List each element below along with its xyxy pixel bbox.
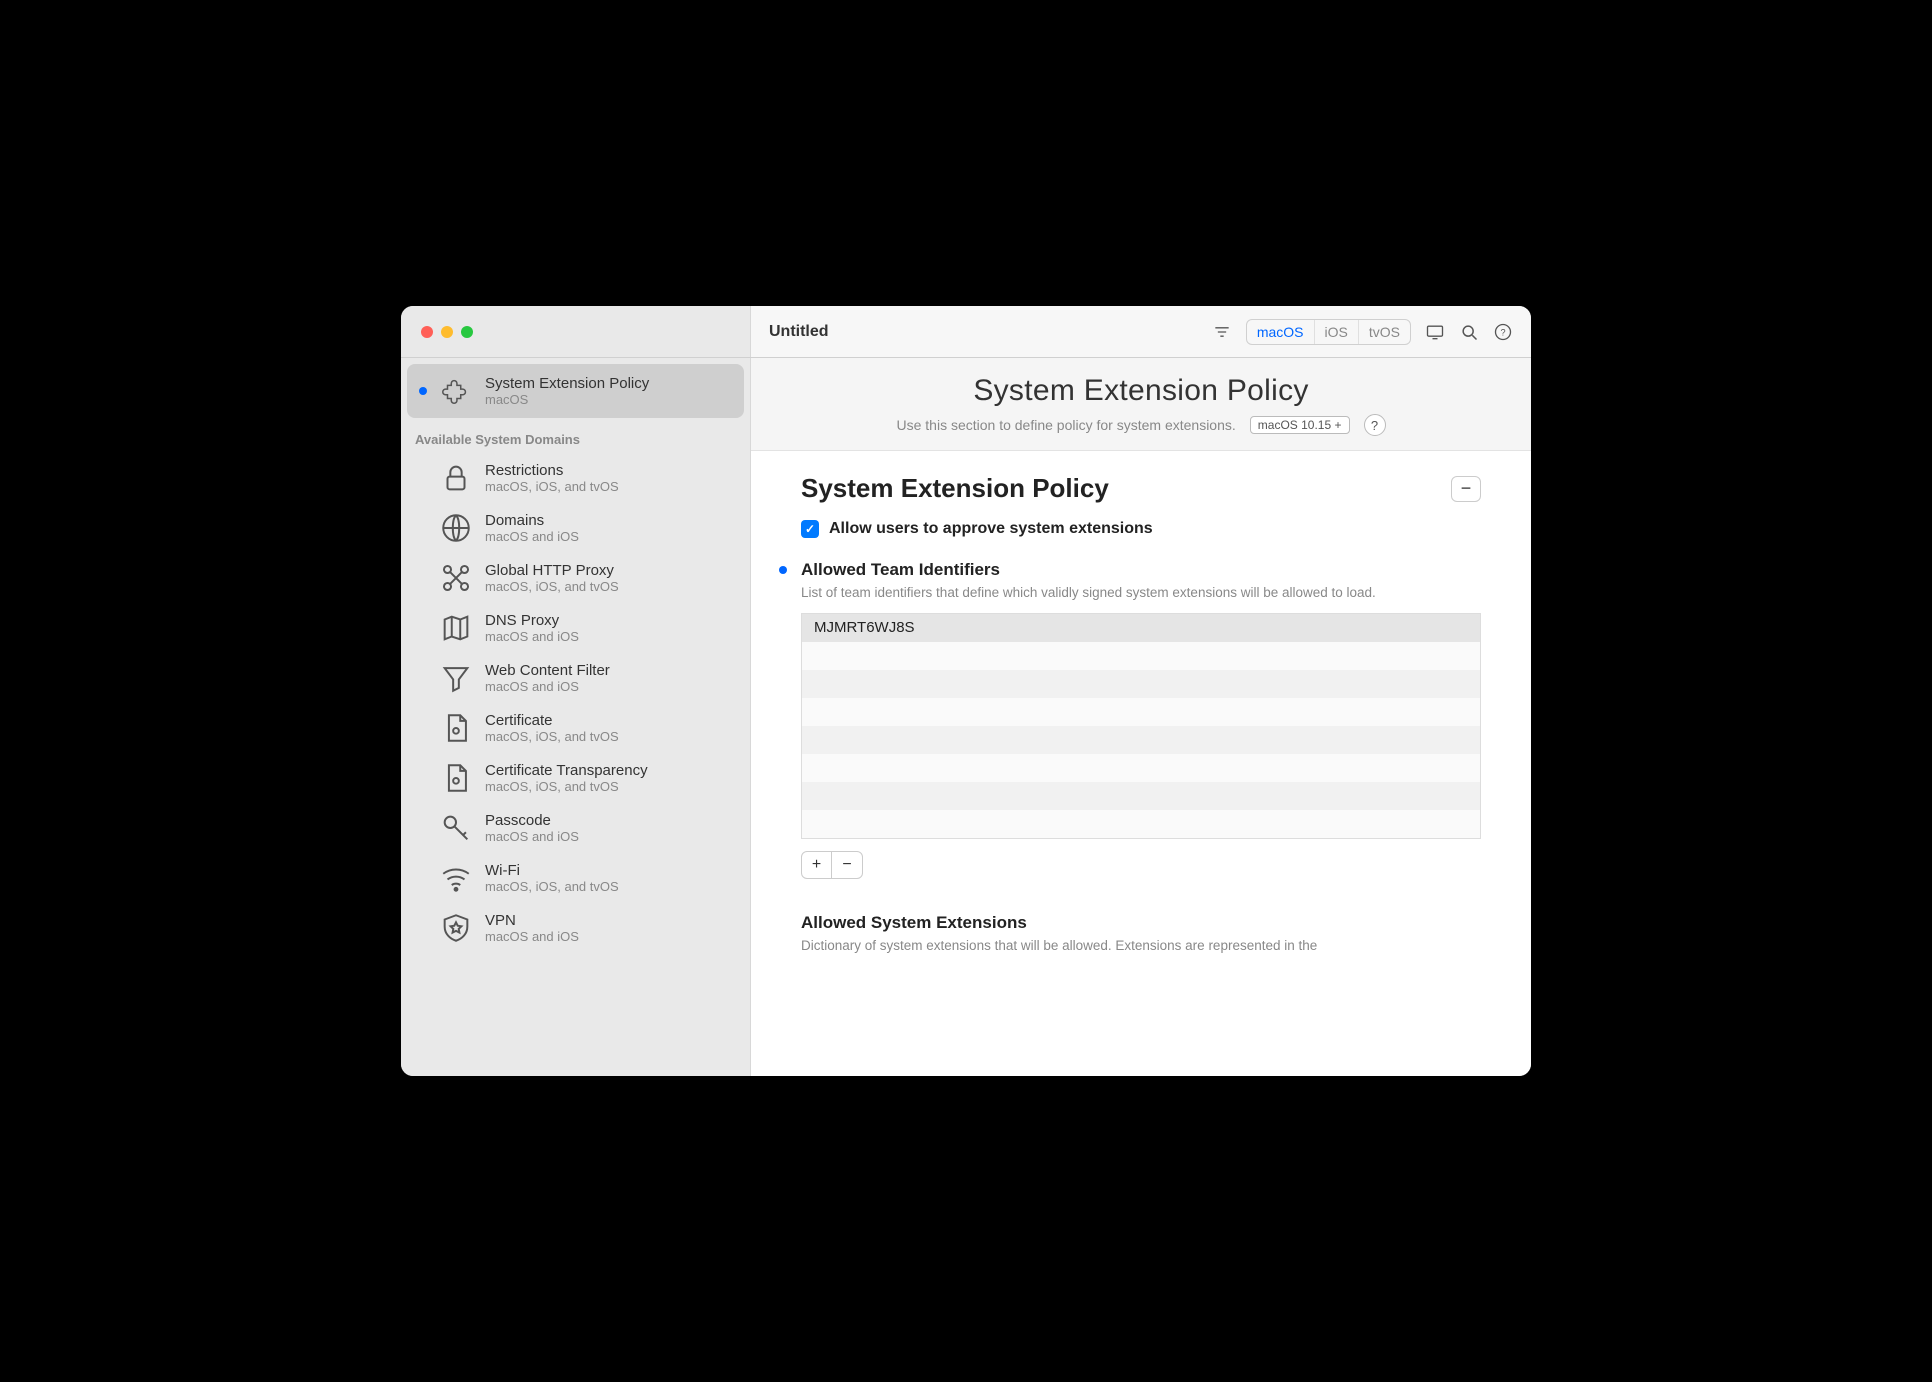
add-row-button[interactable]: +: [802, 852, 832, 878]
checkbox-checked-icon: ✓: [801, 520, 819, 538]
puzzle-icon: [439, 374, 473, 408]
sidebar-item-sub: macOS and iOS: [485, 629, 579, 644]
document-title: Untitled: [769, 323, 829, 341]
field-desc: Dictionary of system extensions that wil…: [801, 937, 1481, 956]
proxy-icon: [439, 561, 473, 595]
cert-icon: [439, 761, 473, 795]
table-row[interactable]: [802, 670, 1480, 698]
zoom-window[interactable]: [461, 326, 473, 338]
content-area: System Extension Policy Use this section…: [751, 358, 1531, 1076]
svg-text:?: ?: [1500, 327, 1505, 337]
sidebar-item-sub: macOS, iOS, and tvOS: [485, 729, 619, 744]
content-title: System Extension Policy: [771, 374, 1511, 408]
allow-approve-checkbox-row[interactable]: ✓ Allow users to approve system extensio…: [801, 520, 1481, 538]
configured-dot-icon: [419, 387, 427, 395]
sidebar-item-certificate[interactable]: CertificatemacOS, iOS, and tvOS: [401, 703, 750, 753]
filter-icon[interactable]: [1212, 322, 1232, 342]
sidebar-item-sub: macOS and iOS: [485, 929, 579, 944]
field-title: Allowed System Extensions: [801, 913, 1481, 933]
team-id-table[interactable]: MJMRT6WJ8S: [801, 613, 1481, 839]
sidebar-item-label: Passcode: [485, 812, 579, 829]
remove-row-button[interactable]: −: [832, 852, 862, 878]
funnel-icon: [439, 661, 473, 695]
wifi-icon: [439, 861, 473, 895]
sidebar-item-web-content-filter[interactable]: Web Content FiltermacOS and iOS: [401, 653, 750, 703]
map-icon: [439, 611, 473, 645]
traffic-lights: [401, 306, 751, 357]
device-icon[interactable]: [1425, 322, 1445, 342]
pane-title: System Extension Policy: [801, 473, 1109, 504]
sidebar-item-certificate-transparency[interactable]: Certificate TransparencymacOS, iOS, and …: [401, 753, 750, 803]
toolbar: Untitled macOS iOS tvOS ?: [751, 306, 1531, 357]
sidebar-item-label: Web Content Filter: [485, 662, 610, 679]
app-window: Untitled macOS iOS tvOS ?: [401, 306, 1531, 1076]
sidebar-item-label: System Extension Policy: [485, 375, 649, 392]
platform-macos[interactable]: macOS: [1247, 320, 1315, 344]
sidebar-item-sub: macOS and iOS: [485, 529, 579, 544]
sidebar-item-wi-fi[interactable]: Wi-FimacOS, iOS, and tvOS: [401, 853, 750, 903]
section-help-button[interactable]: ?: [1364, 414, 1386, 436]
platform-ios[interactable]: iOS: [1315, 320, 1359, 344]
sidebar-item-label: Wi-Fi: [485, 862, 619, 879]
sidebar-item-sub: macOS, iOS, and tvOS: [485, 879, 619, 894]
field-title: Allowed Team Identifiers: [801, 560, 1481, 580]
content-subtitle: Use this section to define policy for sy…: [897, 417, 1236, 433]
table-row[interactable]: [802, 698, 1480, 726]
allowed-team-identifiers: Allowed Team Identifiers List of team id…: [801, 560, 1481, 879]
sidebar-item-system-extension-policy[interactable]: System Extension Policy macOS: [407, 364, 744, 418]
table-row[interactable]: MJMRT6WJ8S: [802, 614, 1480, 642]
key-icon: [439, 811, 473, 845]
shield-icon: [439, 911, 473, 945]
content-header: System Extension Policy Use this section…: [751, 358, 1531, 451]
checkbox-label: Allow users to approve system extensions: [829, 520, 1153, 538]
min-os-badge: macOS 10.15 +: [1250, 416, 1350, 434]
help-icon[interactable]: ?: [1493, 322, 1513, 342]
allowed-system-extensions: Allowed System Extensions Dictionary of …: [801, 913, 1481, 956]
sidebar-item-sub: macOS, iOS, and tvOS: [485, 579, 619, 594]
sidebar-item-label: Domains: [485, 512, 579, 529]
field-desc: List of team identifiers that define whi…: [801, 584, 1481, 603]
table-row[interactable]: [802, 754, 1480, 782]
sidebar-item-label: Restrictions: [485, 462, 619, 479]
configured-dot-icon: [779, 566, 787, 574]
sidebar-item-sub: macOS: [485, 392, 649, 407]
minimize-window[interactable]: [441, 326, 453, 338]
table-row[interactable]: [802, 726, 1480, 754]
remove-payload-button[interactable]: −: [1451, 476, 1481, 502]
search-icon[interactable]: [1459, 322, 1479, 342]
sidebar-item-restrictions[interactable]: RestrictionsmacOS, iOS, and tvOS: [401, 453, 750, 503]
table-row[interactable]: [802, 782, 1480, 810]
sidebar-item-sub: macOS, iOS, and tvOS: [485, 479, 619, 494]
platform-segmented[interactable]: macOS iOS tvOS: [1246, 319, 1411, 345]
platform-tvos[interactable]: tvOS: [1359, 320, 1410, 344]
table-row[interactable]: [802, 810, 1480, 838]
cert-icon: [439, 711, 473, 745]
sidebar-item-label: Certificate: [485, 712, 619, 729]
sidebar-item-label: DNS Proxy: [485, 612, 579, 629]
sidebar-item-vpn[interactable]: VPNmacOS and iOS: [401, 903, 750, 953]
sidebar: System Extension Policy macOS Available …: [401, 358, 751, 1076]
close-window[interactable]: [421, 326, 433, 338]
sidebar-item-passcode[interactable]: PasscodemacOS and iOS: [401, 803, 750, 853]
sidebar-item-sub: macOS, iOS, and tvOS: [485, 779, 648, 794]
sidebar-item-label: VPN: [485, 912, 579, 929]
sidebar-section-header: Available System Domains: [401, 418, 750, 453]
globe-icon: [439, 511, 473, 545]
sidebar-item-label: Global HTTP Proxy: [485, 562, 619, 579]
sidebar-item-global-http-proxy[interactable]: Global HTTP ProxymacOS, iOS, and tvOS: [401, 553, 750, 603]
table-row[interactable]: [802, 642, 1480, 670]
add-remove-controls: + −: [801, 851, 863, 879]
sidebar-item-sub: macOS and iOS: [485, 679, 610, 694]
sidebar-item-domains[interactable]: DomainsmacOS and iOS: [401, 503, 750, 553]
sidebar-item-label: Certificate Transparency: [485, 762, 648, 779]
lock-icon: [439, 461, 473, 495]
titlebar: Untitled macOS iOS tvOS ?: [401, 306, 1531, 358]
sidebar-item-dns-proxy[interactable]: DNS ProxymacOS and iOS: [401, 603, 750, 653]
sidebar-item-sub: macOS and iOS: [485, 829, 579, 844]
